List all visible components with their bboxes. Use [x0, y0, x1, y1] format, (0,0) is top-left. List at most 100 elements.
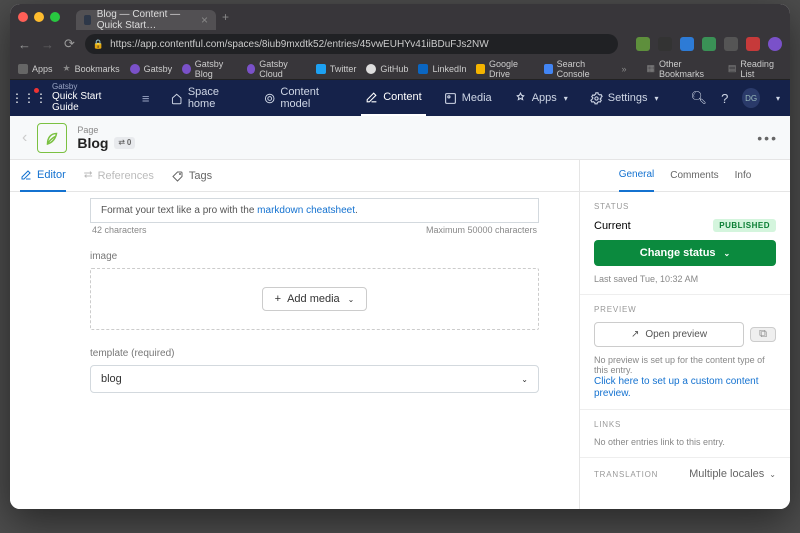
image-dropzone[interactable]: +Add media⌄	[90, 268, 539, 330]
template-label: template (required)	[90, 348, 539, 359]
template-value: blog	[101, 373, 122, 385]
tab-close-icon[interactable]: ×	[201, 13, 208, 27]
search-icon[interactable]: 🔍︎	[691, 90, 708, 106]
top-nav: ⋮⋮⋮ Gatsby Quick Start Guide ≡ Space hom…	[10, 80, 790, 116]
space-selector[interactable]: Gatsby Quick Start Guide	[52, 83, 122, 114]
bookmark-item[interactable]: Gatsby Blog	[182, 59, 237, 79]
link-count-chip[interactable]: ⮂ 0	[114, 137, 135, 149]
template-select[interactable]: blog ⌄	[90, 365, 539, 393]
bookmark-item[interactable]: GitHub	[366, 64, 408, 74]
nav-apps[interactable]: Apps▾	[510, 80, 572, 116]
help-icon[interactable]: ?	[721, 91, 728, 106]
menu-icon[interactable]: ≡	[142, 91, 150, 106]
entry-type-label: Page	[77, 125, 135, 135]
translation-select[interactable]: Multiple locales	[689, 468, 764, 480]
bookmark-item[interactable]: ★Bookmarks	[63, 63, 120, 74]
side-tabs: General Comments Info	[580, 160, 790, 192]
titlebar: Blog — Content — Quick Start… × +	[10, 4, 790, 30]
bookmark-item[interactable]: LinkedIn	[418, 64, 466, 74]
chevron-down-icon: ⌄	[724, 249, 731, 258]
traffic-lights	[18, 12, 60, 22]
ext-icon[interactable]	[636, 37, 650, 51]
links-heading: LINKS	[594, 420, 776, 429]
links-none: No other entries link to this entry.	[594, 437, 776, 447]
bookmark-item[interactable]: Gatsby Cloud	[247, 59, 306, 79]
ext-icon[interactable]	[746, 37, 760, 51]
side-tab-comments[interactable]: Comments	[670, 170, 718, 181]
browser-tab[interactable]: Blog — Content — Quick Start… ×	[76, 10, 216, 30]
body: Editor ⮂References Tags Format your text…	[10, 160, 790, 509]
last-saved: Last saved Tue, 10:32 AM	[594, 274, 776, 284]
tab-tags[interactable]: Tags	[172, 160, 212, 192]
tab-editor[interactable]: Editor	[20, 160, 66, 192]
reload-icon[interactable]: ⟳	[64, 36, 75, 52]
preview-setup-link[interactable]: Click here to set up a custom content pr…	[594, 376, 759, 399]
nav-content-model[interactable]: Content model	[260, 80, 347, 116]
ext-icon[interactable]	[702, 37, 716, 51]
sidebar: General Comments Info STATUS CurrentPUBL…	[580, 160, 790, 509]
bookmark-item[interactable]: Google Drive	[476, 59, 534, 79]
avatar[interactable]: DG	[742, 88, 760, 108]
editor-tabs: Editor ⮂References Tags	[10, 160, 579, 192]
char-count: 42 characters	[92, 225, 147, 235]
nav-content[interactable]: Content	[361, 80, 426, 116]
copy-preview-icon[interactable]: ⧉	[750, 327, 776, 342]
nav-settings[interactable]: Settings▾	[586, 80, 663, 116]
bookmark-bar: Apps ★Bookmarks Gatsby Gatsby Blog Gatsb…	[10, 58, 790, 80]
chevron-down-icon: ⌄	[521, 375, 528, 384]
address-bar[interactable]: 🔒 https://app.contentful.com/spaces/8iub…	[85, 34, 618, 54]
open-preview-button[interactable]: ↗Open preview	[594, 322, 744, 347]
tab-references[interactable]: ⮂References	[84, 160, 154, 192]
references-icon: ⮂	[84, 169, 93, 182]
nav-media[interactable]: Media	[440, 80, 496, 116]
back-icon[interactable]: ←	[18, 37, 31, 52]
entry-type-icon	[37, 123, 67, 153]
side-tab-info[interactable]: Info	[735, 170, 752, 181]
nav-space-home[interactable]: Space home	[167, 80, 246, 116]
status-heading: STATUS	[594, 202, 776, 211]
app-root: ⋮⋮⋮ Gatsby Quick Start Guide ≡ Space hom…	[10, 80, 790, 509]
char-max: Maximum 50000 characters	[426, 225, 537, 235]
editor-content: Format your text like a pro with the mar…	[10, 192, 579, 509]
entry-title: Blog	[77, 135, 108, 151]
add-media-button[interactable]: +Add media⌄	[262, 287, 368, 311]
image-label: image	[90, 251, 539, 262]
minimize-icon[interactable]	[34, 12, 44, 22]
new-tab-icon[interactable]: +	[222, 10, 229, 24]
cheatsheet-link[interactable]: markdown cheatsheet	[257, 205, 355, 216]
ext-icon[interactable]	[768, 37, 782, 51]
preview-heading: PREVIEW	[594, 305, 776, 314]
lock-icon: 🔒	[93, 39, 104, 50]
entry-header: ‹ Page Blog ⮂ 0 •••	[10, 116, 790, 160]
favicon-icon	[84, 15, 91, 25]
ext-icon[interactable]	[724, 37, 738, 51]
ext-icon[interactable]	[680, 37, 694, 51]
bookmark-item[interactable]: Search Console	[544, 59, 612, 79]
close-icon[interactable]	[18, 12, 28, 22]
change-status-button[interactable]: Change status⌄	[594, 240, 776, 266]
side-tab-general[interactable]: General	[619, 160, 655, 192]
chevron-down-icon[interactable]: ▾	[776, 94, 780, 103]
plus-icon: +	[275, 293, 281, 305]
ext-icon[interactable]	[658, 37, 672, 51]
bookmark-item[interactable]: Gatsby	[130, 64, 173, 74]
chevron-down-icon: ⌄	[348, 295, 355, 304]
chevron-down-icon[interactable]: ⌄	[769, 470, 776, 479]
maximize-icon[interactable]	[50, 12, 60, 22]
forward-icon[interactable]: →	[41, 37, 54, 52]
markdown-hint: Format your text like a pro with the mar…	[90, 198, 539, 223]
entry-title-block: Page Blog ⮂ 0	[77, 125, 135, 151]
back-chevron-icon[interactable]: ‹	[22, 129, 27, 147]
more-icon[interactable]: •••	[757, 130, 778, 146]
translation-heading: TRANSLATION	[594, 470, 658, 479]
url-text: https://app.contentful.com/spaces/8iub9m…	[110, 39, 489, 50]
bookmark-item[interactable]: Apps	[18, 64, 53, 74]
address-bar-row: ← → ⟳ 🔒 https://app.contentful.com/space…	[10, 30, 790, 58]
preview-none: No preview is set up for the content typ…	[594, 355, 776, 375]
reading-list[interactable]: ▤Reading List	[728, 59, 782, 79]
app-switcher-icon[interactable]: ⋮⋮⋮	[20, 89, 38, 107]
main-column: Editor ⮂References Tags Format your text…	[10, 160, 580, 509]
bookmark-item[interactable]: Twitter	[316, 64, 357, 74]
external-icon: ↗	[631, 329, 639, 340]
bookmark-folder[interactable]: ▦Other Bookmarks	[647, 59, 718, 79]
